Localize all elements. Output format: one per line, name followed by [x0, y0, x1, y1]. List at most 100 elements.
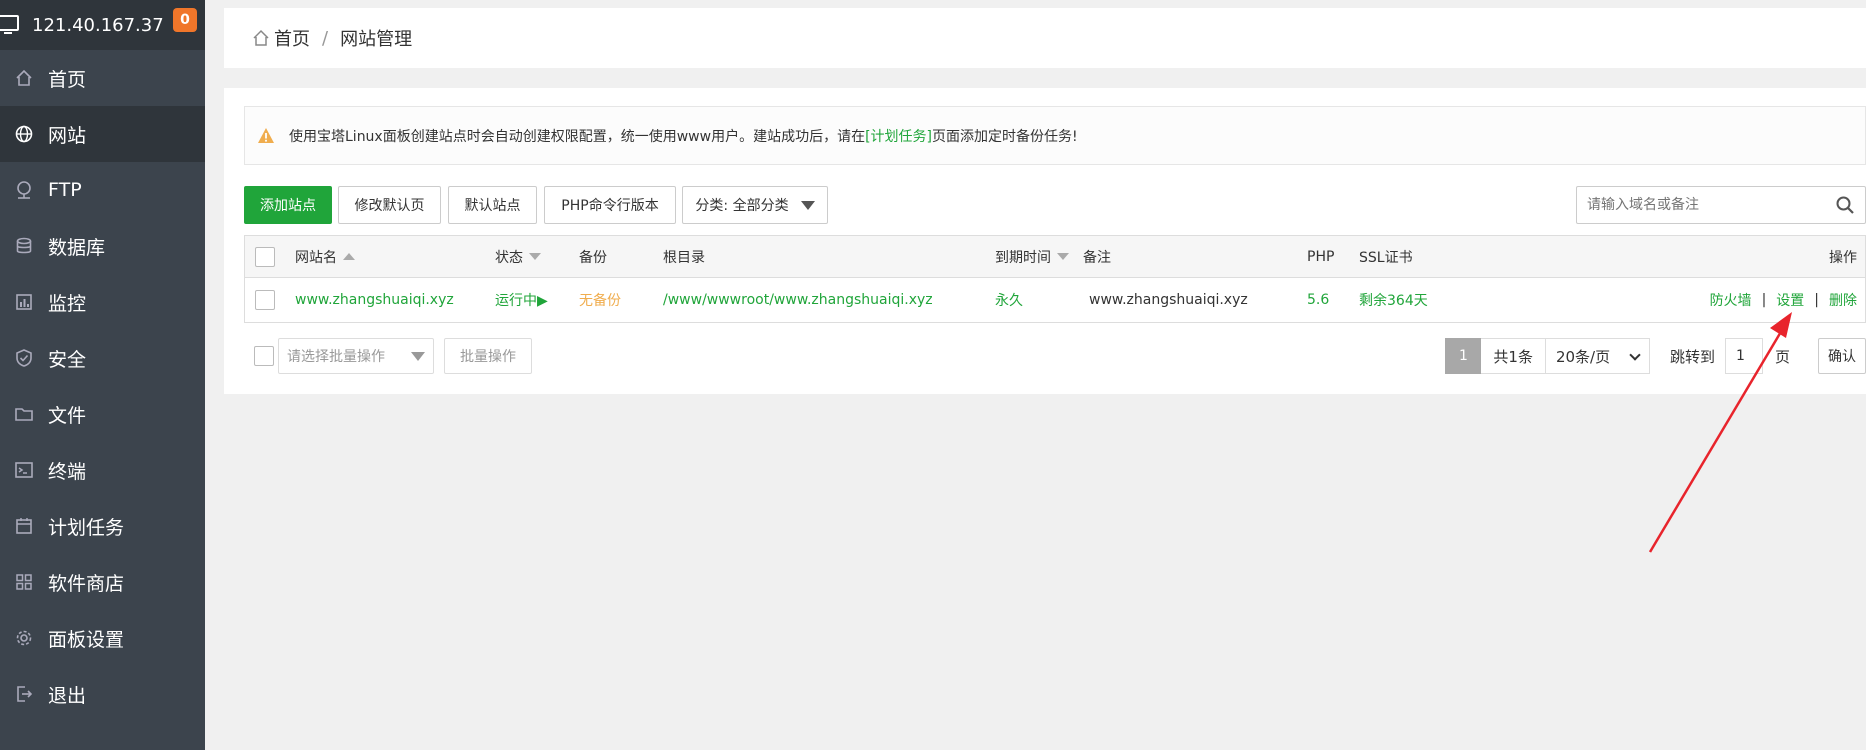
notice-text-end: 页面添加定时备份任务!	[932, 128, 1078, 145]
server-header: 121.40.167.37 0	[0, 0, 205, 50]
sidebar-item-label: 网站	[48, 124, 87, 147]
breadcrumb-current: 网站管理	[340, 29, 413, 50]
col-ssl: SSL证书	[1359, 249, 1413, 266]
op-separator: |	[1761, 292, 1767, 308]
sidebar-item-settings[interactable]: 面板设置	[0, 610, 205, 666]
notice-bar: 使用宝塔Linux面板创建站点时会自动创建权限配置，统一使用www用户。建站成功…	[244, 106, 1866, 165]
logout-icon	[14, 684, 34, 704]
bulk-action-button[interactable]: 批量操作	[444, 338, 532, 374]
sidebar-item-label: 首页	[48, 68, 87, 91]
sidebar-item-label: 面板设置	[48, 628, 125, 651]
site-management-panel: 使用宝塔Linux面板创建站点时会自动创建权限配置，统一使用www用户。建站成功…	[224, 88, 1866, 394]
sidebar-item-label: 软件商店	[48, 572, 125, 595]
edit-default-page-button[interactable]: 修改默认页	[338, 186, 441, 224]
col-expire[interactable]: 到期时间	[995, 236, 1069, 277]
col-status[interactable]: 状态	[495, 236, 541, 277]
sidebar-item-ftp[interactable]: FTP	[0, 162, 205, 218]
database-icon	[14, 236, 34, 256]
search-icon[interactable]	[1835, 195, 1855, 215]
sidebar-item-terminal[interactable]: 终端	[0, 442, 205, 498]
root-dir-link[interactable]: /www/wwwroot/www.zhangshuaiqi.xyz	[663, 278, 933, 322]
site-status-toggle[interactable]: 运行中▶	[495, 278, 548, 322]
jump-confirm-button[interactable]: 确认	[1818, 338, 1866, 374]
sidebar-item-database[interactable]: 数据库	[0, 218, 205, 274]
caret-down-icon	[800, 200, 815, 210]
home-icon	[14, 68, 34, 88]
sidebar-item-label: 终端	[48, 460, 87, 483]
jump-page-input[interactable]: 1	[1724, 338, 1763, 374]
cron-task-link[interactable]: [计划任务]	[865, 126, 932, 146]
sidebar-item-website[interactable]: 网站	[0, 106, 205, 162]
sidebar-item-label: 监控	[48, 292, 87, 315]
folder-icon	[14, 404, 34, 424]
sidebar-item-label: 安全	[48, 348, 87, 371]
col-backup: 备份	[579, 249, 607, 266]
pagination: 1 共1条 20条/页 跳转到 1 页 确认	[1445, 338, 1866, 374]
expire-link[interactable]: 永久	[995, 278, 1023, 322]
row-ops: 防火墙 | 设置 | 删除	[1710, 278, 1857, 322]
sidebar-item-home[interactable]: 首页	[0, 50, 205, 106]
sidebar-item-logout[interactable]: 退出	[0, 666, 205, 722]
table-header: 网站名 状态 备份 根目录 到期时间 备注 PHP SSL证书 操作	[245, 236, 1865, 278]
row-select-cell	[255, 278, 275, 322]
search-input[interactable]	[1577, 187, 1835, 223]
delete-link[interactable]: 删除	[1829, 290, 1857, 310]
site-table: 网站名 状态 备份 根目录 到期时间 备注 PHP SSL证书 操作 www.z…	[244, 235, 1866, 323]
backup-link[interactable]: 无备份	[579, 278, 621, 322]
settings-link[interactable]: 设置	[1776, 290, 1804, 310]
toolbar: 添加站点 修改默认页 默认站点 PHP命令行版本 分类: 全部分类	[244, 186, 1866, 224]
sidebar-item-store[interactable]: 软件商店	[0, 554, 205, 610]
caret-down-icon	[411, 351, 425, 361]
op-separator: |	[1814, 292, 1819, 308]
bulk-action-select[interactable]: 请选择批量操作	[278, 338, 434, 374]
php-version-link[interactable]: 5.6	[1307, 278, 1329, 322]
server-ip: 121.40.167.37	[32, 14, 164, 36]
shield-icon	[14, 348, 34, 368]
sidebar-item-label: 退出	[48, 684, 87, 707]
search-box	[1576, 186, 1866, 224]
select-all-checkbox[interactable]	[255, 246, 275, 267]
category-label: 分类: 全部分类	[695, 198, 789, 214]
sidebar-item-label: 数据库	[48, 236, 106, 259]
col-php: PHP	[1307, 248, 1335, 265]
monitor-icon	[0, 15, 19, 34]
breadcrumb-home[interactable]: 首页	[274, 25, 310, 51]
page-size-select[interactable]: 20条/页	[1545, 338, 1650, 374]
col-name-label: 网站名	[295, 249, 337, 266]
add-site-button[interactable]: 添加站点	[244, 186, 332, 224]
total-count: 共1条	[1481, 338, 1546, 374]
current-page[interactable]: 1	[1445, 338, 1482, 374]
terminal-icon	[14, 460, 34, 480]
row-checkbox[interactable]	[255, 290, 275, 310]
select-all-cell	[255, 236, 275, 277]
firewall-link[interactable]: 防火墙	[1710, 290, 1752, 310]
bulk-action-placeholder: 请选择批量操作	[287, 349, 385, 365]
col-expire-label: 到期时间	[995, 249, 1051, 266]
default-site-button[interactable]: 默认站点	[448, 186, 537, 224]
table-row: www.zhangshuaiqi.xyz 运行中▶ 无备份 /www/wwwro…	[245, 278, 1865, 322]
php-cli-version-button[interactable]: PHP命令行版本	[544, 186, 676, 224]
ftp-icon	[14, 180, 34, 200]
sidebar-item-files[interactable]: 文件	[0, 386, 205, 442]
sidebar-item-cron[interactable]: 计划任务	[0, 498, 205, 554]
sort-down-icon	[529, 253, 541, 260]
page-unit: 页	[1774, 347, 1790, 366]
category-dropdown[interactable]: 分类: 全部分类	[682, 186, 828, 224]
sidebar-menu: 首页 网站 FTP 数据库 监控 安全 文件 终端 计划任务 软件商店 面板设置…	[0, 50, 205, 722]
gear-icon	[14, 628, 34, 648]
table-footer: 请选择批量操作 批量操作 1 共1条 20条/页 跳转到 1 页 确认	[244, 338, 1866, 374]
calendar-icon	[14, 516, 34, 536]
breadcrumb: 首页 / 网站管理	[224, 8, 1866, 68]
sidebar-item-monitor[interactable]: 监控	[0, 274, 205, 330]
ssl-status-link[interactable]: 剩余364天	[1359, 278, 1428, 322]
sidebar-item-security[interactable]: 安全	[0, 330, 205, 386]
footer-select-all-checkbox[interactable]	[254, 346, 274, 366]
remark-value[interactable]: www.zhangshuaiqi.xyz	[1089, 278, 1248, 322]
col-name[interactable]: 网站名	[295, 236, 355, 277]
jump-label: 跳转到	[1669, 347, 1715, 366]
warning-icon	[258, 128, 274, 143]
site-name-link[interactable]: www.zhangshuaiqi.xyz	[295, 278, 454, 322]
notification-badge[interactable]: 0	[173, 8, 197, 32]
sidebar-item-label: 文件	[48, 404, 87, 427]
page-size-value: 20条/页	[1555, 347, 1611, 366]
